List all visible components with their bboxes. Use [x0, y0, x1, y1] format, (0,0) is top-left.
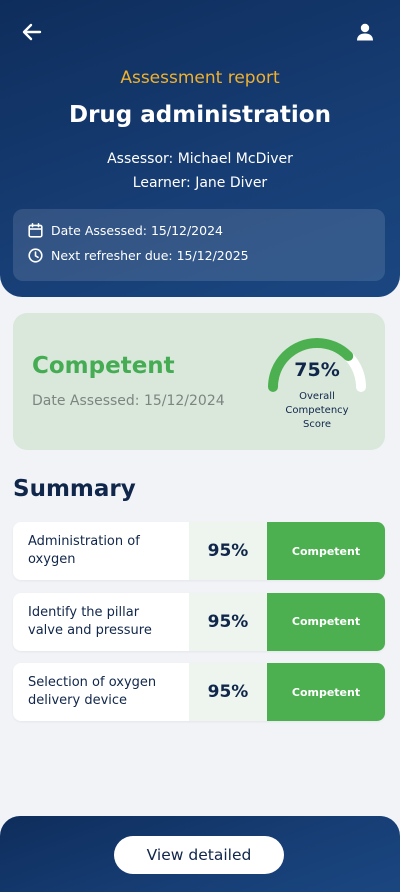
- skill-score: 95%: [189, 592, 267, 651]
- assessment-report-screen: Assessment report Drug administration As…: [0, 0, 400, 892]
- summary-heading: Summary: [13, 476, 136, 502]
- skill-label: Identify the pillar valve and pressure: [28, 604, 152, 638]
- skill-score: 95%: [189, 522, 267, 580]
- dates-card: Date Assessed: 15/12/2024 Next refresher…: [13, 209, 385, 281]
- summary-row[interactable]: Selection of oxygen delivery device 95% …: [13, 663, 385, 721]
- result-date: Date Assessed: 15/12/2024: [32, 393, 225, 409]
- result-status: Competent: [32, 353, 175, 379]
- skill-status-badge: Competent: [267, 592, 385, 651]
- summary-row[interactable]: Administration of oxygen 95% Competent: [13, 522, 385, 580]
- skill-label: Administration of oxygen: [28, 534, 140, 567]
- skill-label: Selection of oxygen delivery device: [28, 675, 157, 708]
- footer-bar: View detailed: [0, 816, 400, 892]
- next-refresher-text: Next refresher due: 15/12/2025: [51, 248, 249, 263]
- report-header: Assessment report Drug administration As…: [0, 0, 400, 297]
- page-title: Drug administration: [69, 102, 331, 128]
- arrow-left-icon: [22, 23, 42, 41]
- assessor-text: Assessor: Michael McDiver: [107, 151, 293, 167]
- profile-button[interactable]: [351, 18, 379, 46]
- summary-row[interactable]: Identify the pillar valve and pressure 9…: [13, 592, 385, 651]
- next-refresher-row: Next refresher due: 15/12/2025: [28, 248, 249, 263]
- summary-list: Administration of oxygen 95% Competent I…: [13, 522, 385, 734]
- competency-gauge: 75% Overall Competency Score: [261, 327, 373, 437]
- view-detailed-button[interactable]: View detailed: [114, 836, 284, 874]
- back-button[interactable]: [18, 18, 46, 46]
- date-assessed-text: Date Assessed: 15/12/2024: [51, 223, 223, 238]
- gauge-value: 75%: [294, 359, 340, 381]
- skill-status-badge: Competent: [267, 522, 385, 580]
- skill-score: 95%: [189, 663, 267, 721]
- user-icon: [357, 23, 373, 41]
- report-kicker: Assessment report: [120, 68, 280, 88]
- calendar-icon: [28, 223, 43, 238]
- date-assessed-row: Date Assessed: 15/12/2024: [28, 223, 223, 238]
- learner-text: Learner: Jane Diver: [132, 175, 268, 191]
- skill-status-badge: Competent: [267, 663, 385, 721]
- clock-icon: [28, 248, 43, 263]
- result-card: Competent Date Assessed: 15/12/2024 75% …: [13, 313, 385, 450]
- gauge-caption: Overall Competency Score: [285, 391, 349, 430]
